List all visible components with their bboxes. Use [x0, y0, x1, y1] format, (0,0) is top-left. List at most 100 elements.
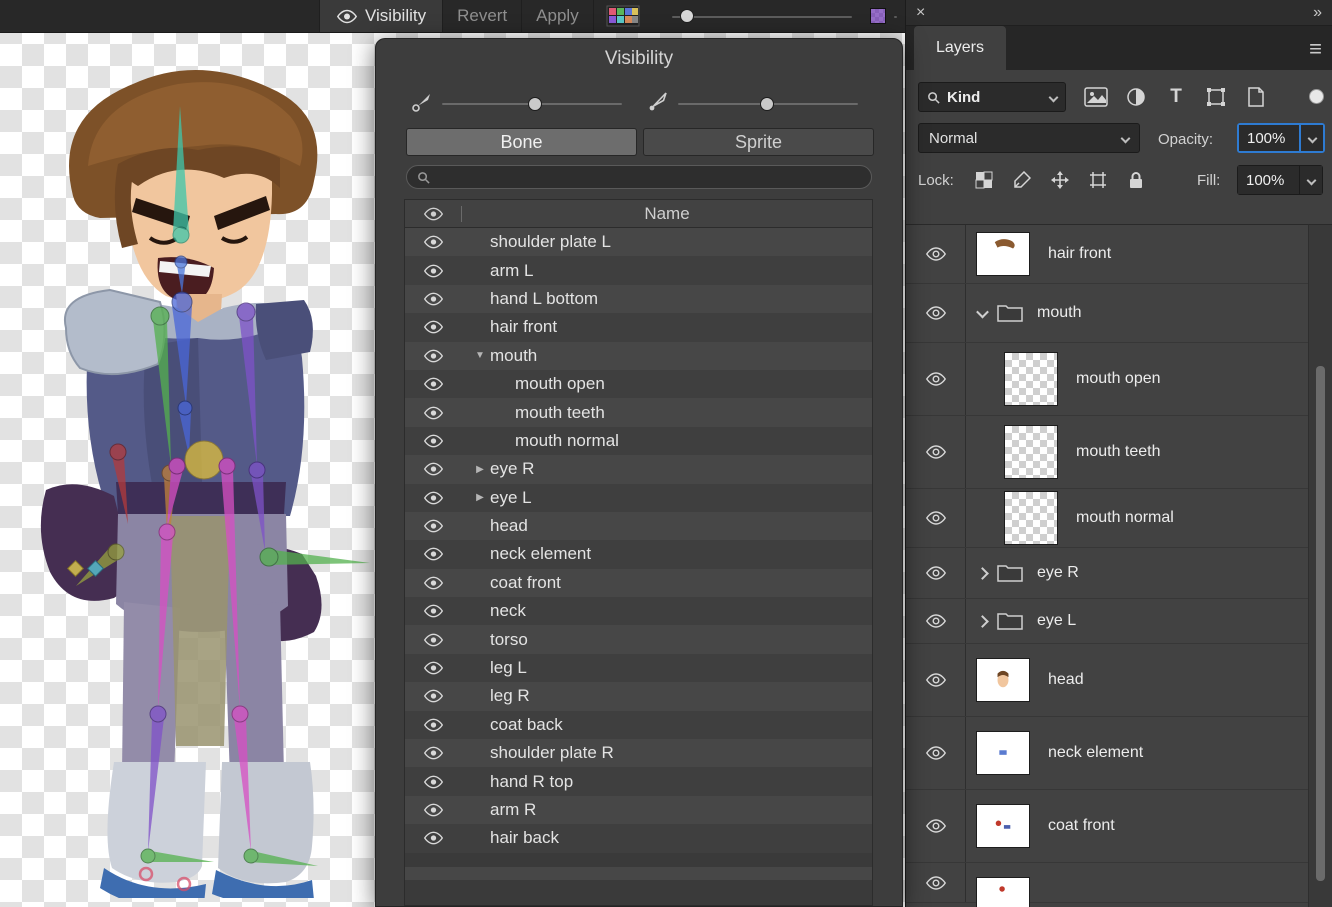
- layer-thumbnail[interactable]: [1004, 352, 1058, 406]
- lock-pixels-icon[interactable]: [1010, 169, 1034, 191]
- layer-row[interactable]: neck element: [906, 717, 1309, 790]
- filter-adjustment-layer-icon[interactable]: [1124, 86, 1148, 108]
- visibility-eye-toggle[interactable]: [405, 264, 461, 278]
- blend-mode-dropdown[interactable]: Normal: [918, 123, 1140, 153]
- layer-row[interactable]: eye L: [906, 599, 1309, 644]
- layer-visibility-toggle[interactable]: [906, 644, 966, 716]
- expand-arrow[interactable]: ▶: [470, 492, 490, 503]
- search-input[interactable]: [436, 169, 836, 185]
- fill-field[interactable]: 100%: [1237, 165, 1323, 195]
- bone-row[interactable]: shoulder plate R: [405, 739, 872, 767]
- layer-visibility-toggle[interactable]: [906, 225, 966, 283]
- bone-row[interactable]: mouth teeth: [405, 398, 872, 426]
- visibility-toggle-button[interactable]: Visibility: [320, 0, 443, 32]
- layer-row[interactable]: mouth teeth: [906, 416, 1309, 489]
- visibility-eye-toggle[interactable]: [405, 292, 461, 306]
- bone-row[interactable]: arm L: [405, 256, 872, 284]
- layer-thumbnail[interactable]: [976, 804, 1030, 848]
- layer-row[interactable]: mouth: [906, 284, 1309, 343]
- visibility-eye-toggle[interactable]: [405, 803, 461, 817]
- lock-all-icon[interactable]: [1124, 169, 1148, 191]
- group-chevron[interactable]: [976, 305, 989, 318]
- bone-row[interactable]: hair front: [405, 313, 872, 341]
- bone-row[interactable]: hand R top: [405, 767, 872, 795]
- bone-row[interactable]: head: [405, 512, 872, 540]
- filter-pixel-layer-icon[interactable]: [1084, 86, 1108, 108]
- collapse-panel-icon[interactable]: »: [1313, 4, 1322, 22]
- visibility-eye-toggle[interactable]: [405, 661, 461, 675]
- visibility-eye-toggle[interactable]: [405, 576, 461, 590]
- chevron-down-icon[interactable]: [1306, 175, 1316, 185]
- bone-row[interactable]: mouth open: [405, 370, 872, 398]
- layer-row[interactable]: hair front: [906, 225, 1309, 284]
- bone-row[interactable]: leg R: [405, 682, 872, 710]
- expand-arrow[interactable]: ▼: [470, 350, 490, 361]
- visibility-eye-toggle[interactable]: [405, 235, 461, 249]
- layer-visibility-toggle[interactable]: [906, 790, 966, 862]
- bone-row[interactable]: ▶ eye L: [405, 484, 872, 512]
- layer-visibility-toggle[interactable]: [906, 284, 966, 342]
- layer-thumbnail[interactable]: [976, 731, 1030, 775]
- fill-value[interactable]: 100%: [1238, 166, 1300, 194]
- bone-row[interactable]: torso: [405, 625, 872, 653]
- visibility-eye-toggle[interactable]: [405, 633, 461, 647]
- overlay-opacity-slider[interactable]: [672, 16, 852, 18]
- lock-transparency-icon[interactable]: [972, 169, 996, 191]
- chevron-down-icon[interactable]: [1307, 133, 1317, 143]
- expand-arrow[interactable]: ▶: [470, 464, 490, 475]
- brush-color-swatch[interactable]: [870, 8, 886, 24]
- visibility-eye-toggle[interactable]: [405, 377, 461, 391]
- opacity-value[interactable]: 100%: [1239, 125, 1301, 151]
- lock-artboard-icon[interactable]: [1086, 169, 1110, 191]
- overlay-opacity-knob[interactable]: [680, 9, 694, 23]
- bone-row[interactable]: coat back: [405, 711, 872, 739]
- bone-row[interactable]: neck element: [405, 540, 872, 568]
- bone-row[interactable]: neck: [405, 597, 872, 625]
- filtering-toggle[interactable]: [1309, 89, 1324, 104]
- bone-row[interactable]: hair back: [405, 824, 872, 852]
- tab-bone[interactable]: Bone: [406, 128, 637, 156]
- visibility-eye-toggle[interactable]: [405, 320, 461, 334]
- bone-row[interactable]: coat front: [405, 569, 872, 597]
- brush-size-slider[interactable]: [894, 16, 897, 18]
- layer-row[interactable]: coat front: [906, 790, 1309, 863]
- visibility-eye-toggle[interactable]: [405, 775, 461, 789]
- visibility-eye-toggle[interactable]: [405, 604, 461, 618]
- bone-opacity-knob[interactable]: [528, 97, 542, 111]
- visibility-eye-toggle[interactable]: [405, 519, 461, 533]
- group-chevron[interactable]: [976, 567, 989, 580]
- layer-thumbnail[interactable]: [976, 658, 1030, 702]
- bone-search-box[interactable]: [406, 165, 872, 189]
- layer-visibility-toggle[interactable]: [906, 548, 966, 598]
- visibility-eye-toggle[interactable]: [405, 491, 461, 505]
- layer-row[interactable]: mouth normal: [906, 489, 1309, 548]
- visibility-eye-toggle[interactable]: [405, 349, 461, 363]
- layer-visibility-toggle[interactable]: [906, 863, 966, 902]
- layer-row[interactable]: eye R: [906, 548, 1309, 599]
- bone-row[interactable]: hand L bottom: [405, 285, 872, 313]
- bone-row[interactable]: mouth normal: [405, 427, 872, 455]
- filter-kind-dropdown[interactable]: Kind: [918, 82, 1066, 112]
- visibility-eye-toggle[interactable]: [405, 462, 461, 476]
- bone-row[interactable]: ▶ eye R: [405, 455, 872, 483]
- apply-button[interactable]: Apply: [522, 0, 594, 32]
- visibility-eye-toggle[interactable]: [405, 746, 461, 760]
- layer-thumbnail[interactable]: [976, 232, 1030, 276]
- layer-row[interactable]: mouth open: [906, 343, 1309, 416]
- lock-position-icon[interactable]: [1048, 169, 1072, 191]
- layer-row[interactable]: head: [906, 644, 1309, 717]
- layer-visibility-toggle[interactable]: [906, 717, 966, 789]
- layer-thumbnail[interactable]: [1004, 491, 1058, 545]
- layer-visibility-toggle[interactable]: [906, 599, 966, 643]
- visibility-eye-toggle[interactable]: [405, 547, 461, 561]
- filter-shape-layer-icon[interactable]: [1204, 86, 1228, 108]
- close-icon[interactable]: ×: [916, 4, 925, 22]
- bone-row[interactable]: arm R: [405, 796, 872, 824]
- layer-thumbnail[interactable]: [1004, 425, 1058, 479]
- group-chevron[interactable]: [976, 615, 989, 628]
- filter-smart-object-icon[interactable]: [1244, 86, 1268, 108]
- opacity-field[interactable]: 100%: [1237, 123, 1325, 153]
- visibility-eye-toggle[interactable]: [405, 689, 461, 703]
- panel-menu-icon[interactable]: ≡: [1309, 36, 1322, 62]
- mesh-opacity-knob[interactable]: [760, 97, 774, 111]
